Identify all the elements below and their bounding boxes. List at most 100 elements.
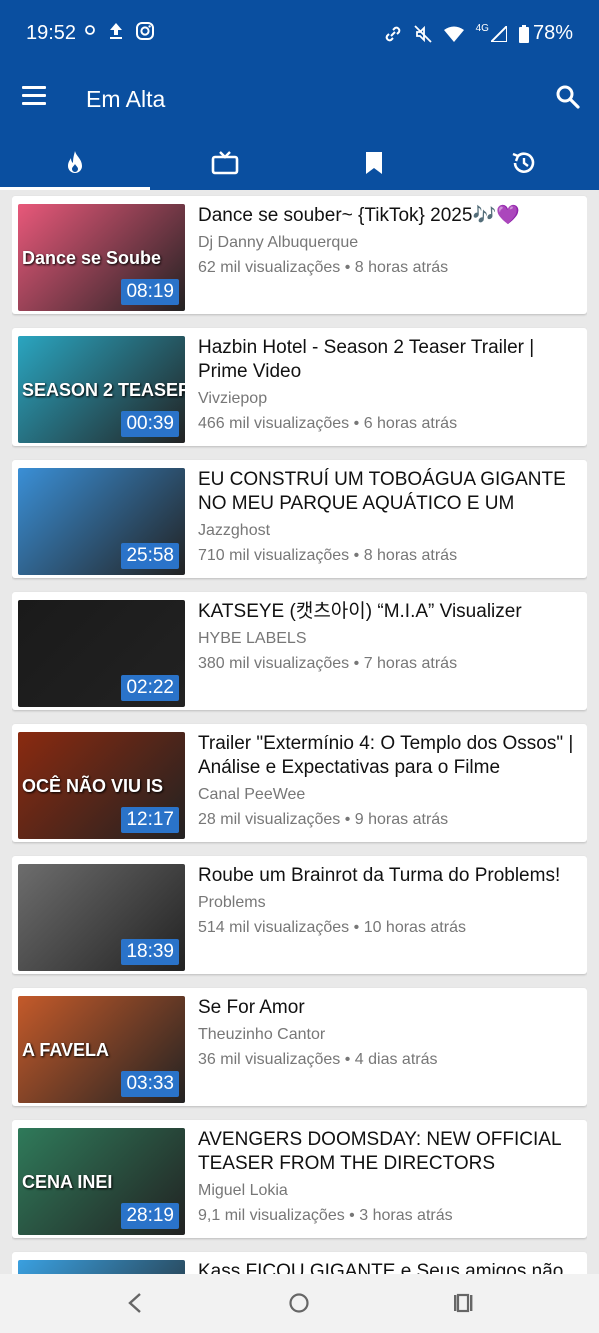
- video-info: Dance se souber~ {TikTok} 2025🎶💜 Dj Danny…: [198, 204, 579, 277]
- view-count: 36 mil visualizações: [198, 1051, 341, 1068]
- video-meta: 466 mil visualizações • 6 horas atrás: [198, 415, 579, 433]
- location-icon: [85, 25, 95, 35]
- video-list[interactable]: Dance se Soube 08:19 Dance se souber~ {Tik…: [12, 194, 587, 1274]
- video-title: KATSEYE (캣츠아이) “M.I.A” Visualizer: [198, 601, 522, 622]
- recents-icon[interactable]: [452, 1292, 474, 1314]
- home-icon[interactable]: [288, 1292, 310, 1314]
- thumbnail-caption: OCÊ NÃO VIU IS: [22, 776, 164, 796]
- channel-name: Theuzinho Cantor: [198, 1026, 326, 1043]
- meta-separator: •: [340, 811, 355, 828]
- view-count: 9,1 mil visualizações: [198, 1207, 345, 1224]
- thumbnail-caption: Dance se Soube: [22, 248, 162, 268]
- meta-separator: •: [349, 919, 364, 936]
- status-time: 19:52: [26, 22, 77, 44]
- channel-name: Problems: [198, 894, 266, 911]
- video-card[interactable]: 25:58 EU CONSTRUÍ UM TOBOÁGUA GIGANTE NO …: [12, 460, 587, 578]
- meta-separator: •: [349, 655, 364, 672]
- bookmark-icon: [366, 152, 383, 174]
- upload-icon: [110, 23, 122, 39]
- video-title: EU CONSTRUÍ UM TOBOÁGUA GIGANTE NO MEU P…: [198, 469, 566, 514]
- meta-separator: •: [349, 415, 364, 432]
- video-card[interactable]: 02:22 KATSEYE (캣츠아이) “M.I.A” Visualizer HY…: [12, 592, 587, 710]
- video-thumbnail[interactable]: A FAVELA 03:33: [18, 996, 185, 1103]
- video-thumbnail[interactable]: CENA INEI 28:19: [18, 1128, 185, 1235]
- mute-icon: [413, 24, 432, 43]
- network-label: 4G: [475, 23, 489, 34]
- video-meta: 9,1 mil visualizações • 3 horas atrás: [198, 1207, 579, 1225]
- video-card[interactable]: OCÊ NÃO VIU IS 12:17 Trailer "Extermínio 4…: [12, 724, 587, 842]
- tab-subscriptions[interactable]: [150, 136, 300, 190]
- video-meta: 380 mil visualizações • 7 horas atrás: [198, 655, 579, 673]
- duration-badge: 12:17: [121, 807, 179, 833]
- video-info: Hazbin Hotel - Season 2 Teaser Trailer |…: [198, 336, 579, 433]
- video-card[interactable]: CENA INEI 28:19 AVENGERS DOOMSDAY: NEW OFF…: [12, 1120, 587, 1238]
- video-title: Roube um Brainrot da Turma do Problems!: [198, 865, 561, 886]
- video-thumbnail[interactable]: 02:22: [18, 600, 185, 707]
- tab-bookmarks[interactable]: [300, 136, 450, 190]
- video-info: KATSEYE (캣츠아이) “M.I.A” Visualizer HYBE LA…: [198, 600, 579, 673]
- video-info: EU CONSTRUÍ UM TOBOÁGUA GIGANTE NO MEU P…: [198, 468, 579, 565]
- video-card[interactable]: A FAVELA 03:33 Se For Amor Theuzinho Cantor…: [12, 988, 587, 1106]
- video-title: Kass FICOU GIGANTE e Seus amigos não: [198, 1261, 564, 1274]
- instagram-icon: [136, 22, 154, 40]
- battery-icon: [518, 24, 529, 43]
- video-info: Se For Amor Theuzinho Cantor 36 mil visual…: [198, 996, 579, 1069]
- duration-badge: 03:33: [121, 1071, 179, 1097]
- toolbar: Em Alta: [0, 70, 599, 128]
- upload-age: 9 horas atrás: [354, 811, 449, 828]
- upload-age: 4 dias atrás: [354, 1051, 438, 1068]
- search-icon[interactable]: [555, 84, 581, 110]
- duration-badge: 00:39: [121, 411, 179, 437]
- video-card[interactable]: 18:39 Roube um Brainrot da Turma do Probl…: [12, 856, 587, 974]
- view-count: 28 mil visualizações: [198, 811, 341, 828]
- video-card[interactable]: Dance se Soube 08:19 Dance se souber~ {Tik…: [12, 196, 587, 314]
- meta-separator: •: [340, 259, 355, 276]
- duration-badge: 08:19: [121, 279, 179, 305]
- upload-age: 8 horas atrás: [354, 259, 449, 276]
- channel-name: Miguel Lokia: [198, 1182, 288, 1199]
- thumbnail-caption: CENA INEI: [22, 1172, 113, 1192]
- tab-bar: [0, 136, 599, 190]
- video-card[interactable]: SEASON 2 TEASER 00:39 Hazbin Hotel - Seaso…: [12, 328, 587, 446]
- video-thumbnail[interactable]: 18:39: [18, 864, 185, 971]
- thumbnail-caption: A FAVELA: [22, 1040, 110, 1060]
- signal-icon: [490, 25, 507, 42]
- tab-trending[interactable]: [0, 136, 150, 190]
- upload-age: 6 horas atrás: [363, 415, 458, 432]
- view-count: 710 mil visualizações: [198, 547, 350, 564]
- video-title: Dance se souber~ {TikTok} 2025🎶💜: [198, 205, 520, 226]
- system-nav-bar: [0, 1274, 599, 1333]
- page-title: Em Alta: [86, 86, 166, 112]
- menu-button[interactable]: [22, 86, 46, 106]
- view-count: 466 mil visualizações: [198, 415, 350, 432]
- video-title: AVENGERS DOOMSDAY: NEW OFFICIAL TEASER F…: [198, 1129, 561, 1174]
- video-meta: 710 mil visualizações • 8 horas atrás: [198, 547, 579, 565]
- video-card[interactable]: Kass FICOU GIGANTE e Seus amigos não: [12, 1252, 587, 1274]
- upload-age: 7 horas atrás: [363, 655, 458, 672]
- video-meta: 62 mil visualizações • 8 horas atrás: [198, 259, 579, 277]
- meta-separator: •: [344, 1207, 360, 1224]
- video-title: Trailer "Extermínio 4: O Templo dos Osso…: [198, 733, 574, 778]
- duration-badge: 25:58: [121, 543, 179, 569]
- video-title: Se For Amor: [198, 997, 305, 1018]
- video-info: Kass FICOU GIGANTE e Seus amigos não: [198, 1260, 579, 1274]
- upload-age: 3 horas atrás: [359, 1207, 453, 1224]
- video-thumbnail[interactable]: [18, 1260, 185, 1274]
- channel-name: Canal PeeWee: [198, 786, 306, 803]
- video-thumbnail[interactable]: SEASON 2 TEASER 00:39: [18, 336, 185, 443]
- video-thumbnail[interactable]: 25:58: [18, 468, 185, 575]
- video-thumbnail[interactable]: Dance se Soube 08:19: [18, 204, 185, 311]
- wifi-icon: [443, 26, 464, 42]
- status-bar: 19:52 4G 78%: [0, 0, 599, 70]
- duration-badge: 28:19: [121, 1203, 179, 1229]
- upload-age: 10 horas atrás: [363, 919, 466, 936]
- video-thumbnail[interactable]: OCÊ NÃO VIU IS 12:17: [18, 732, 185, 839]
- meta-separator: •: [340, 1051, 355, 1068]
- video-title: Hazbin Hotel - Season 2 Teaser Trailer |…: [198, 337, 535, 382]
- tv-icon: [211, 151, 238, 175]
- view-count: 380 mil visualizações: [198, 655, 350, 672]
- duration-badge: 18:39: [121, 939, 179, 965]
- back-icon[interactable]: [126, 1292, 144, 1314]
- tab-history[interactable]: [449, 136, 599, 190]
- video-meta: 36 mil visualizações • 4 dias atrás: [198, 1051, 579, 1069]
